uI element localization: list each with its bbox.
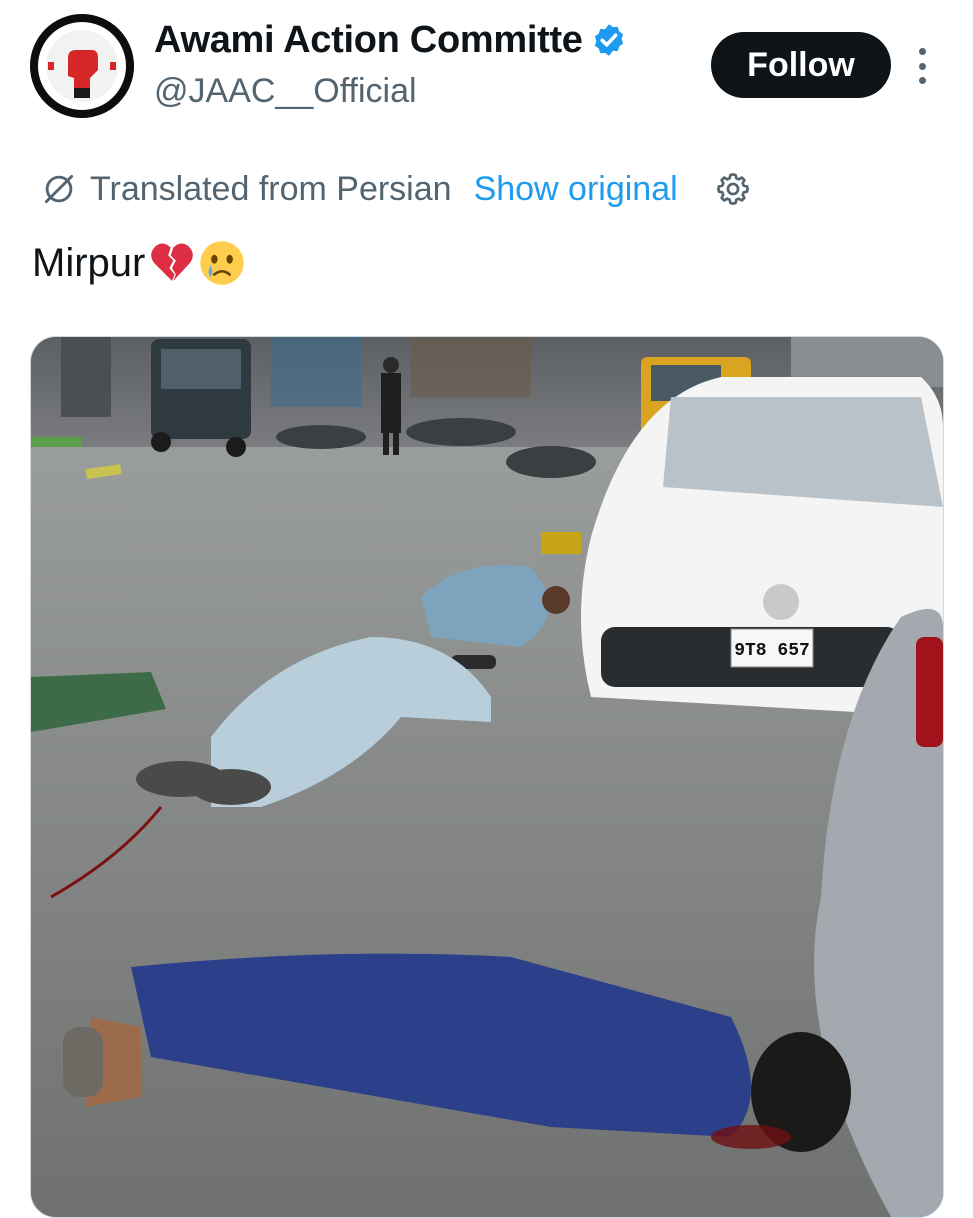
follow-button[interactable]: Follow (711, 32, 891, 98)
more-dot (918, 62, 926, 70)
author-names: Awami Action Committe @JAAC__Official (154, 16, 627, 111)
verified-badge-icon (594, 24, 623, 56)
tweet-header: Awami Action Committe @JAAC__Official Fo… (0, 0, 973, 130)
broken-heart-emoji (151, 243, 194, 281)
tweet-photo[interactable]: 9T8 657 (30, 336, 944, 1218)
more-vertical-icon[interactable] (906, 44, 938, 88)
translation-bar: Translated from Persian Show original (40, 164, 752, 214)
gear-icon[interactable] (714, 170, 752, 208)
author-handle[interactable]: @JAAC__Official (154, 72, 627, 111)
translated-from-label: Translated from Persian (90, 169, 452, 208)
license-plate-text: 9T8 657 (734, 641, 810, 661)
crying-face-emoji (200, 241, 245, 285)
tweet-text-content: Mirpur (32, 240, 146, 285)
translate-icon (44, 174, 74, 204)
display-name[interactable]: Awami Action Committe (154, 19, 583, 62)
show-original-link[interactable]: Show original (474, 170, 678, 209)
raised-fist-logo-icon (30, 14, 134, 118)
tweet-text: Mirpur (32, 240, 245, 286)
more-dot (918, 48, 926, 55)
street-scene-photo: 9T8 657 (31, 337, 943, 1217)
author-avatar[interactable] (30, 14, 134, 118)
display-name-row: Awami Action Committe (154, 16, 627, 64)
more-dot (918, 77, 926, 84)
car-logo (763, 584, 799, 620)
